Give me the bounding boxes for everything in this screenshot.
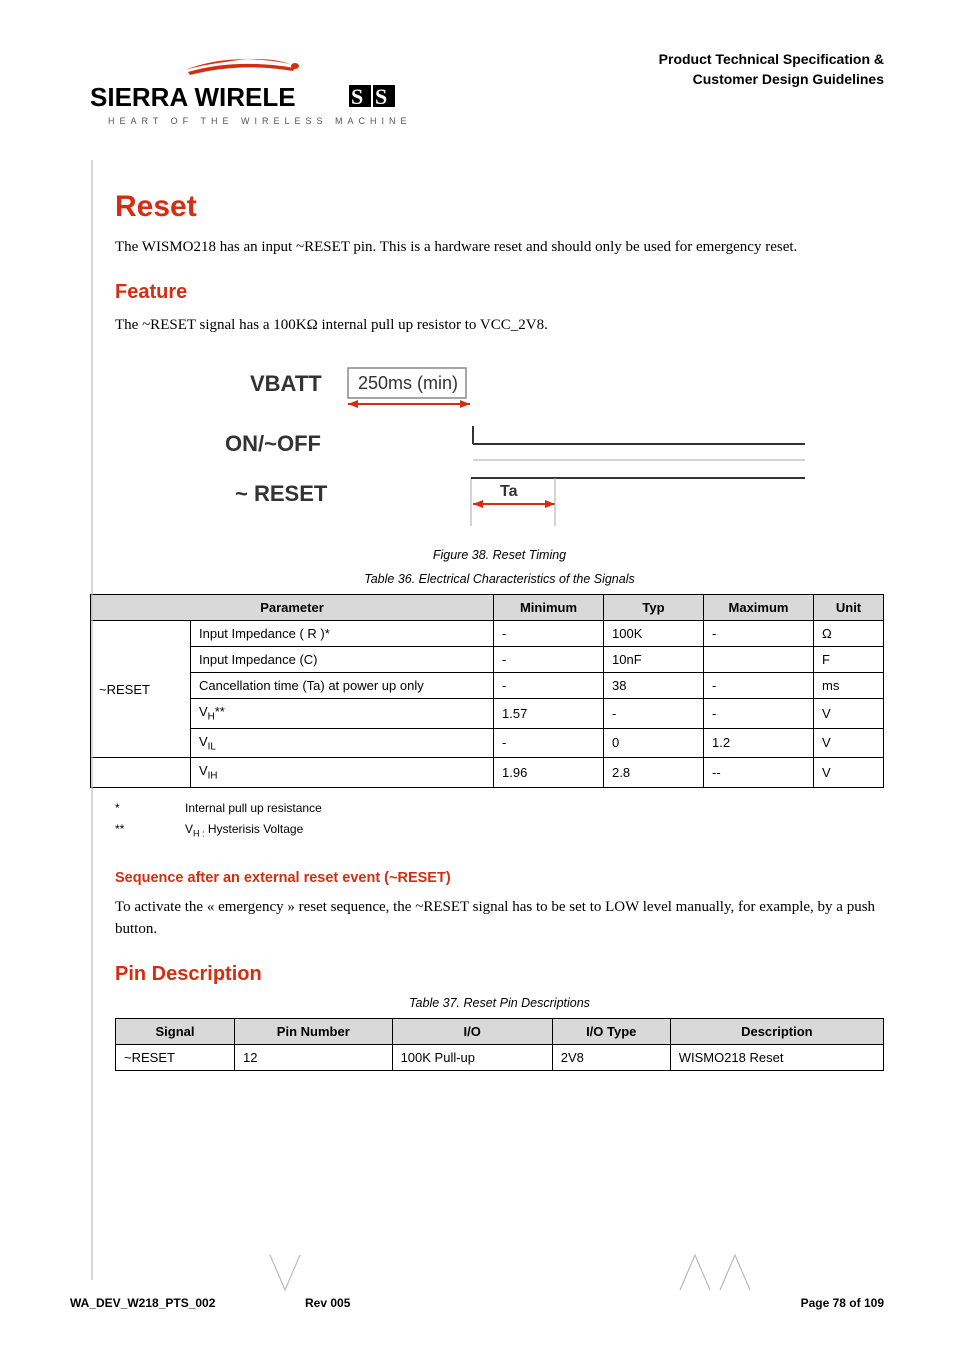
reset-intro: The WISMO218 has an input ~RESET pin. Th…	[115, 236, 884, 259]
footnote-text: VH : Hysterisis Voltage	[185, 819, 303, 842]
footnote-sym: **	[115, 819, 185, 842]
typ-cell: 38	[604, 673, 704, 699]
min-cell: -	[494, 647, 604, 673]
unit-cell: V	[814, 728, 884, 758]
signal-cell: ~RESET	[116, 1044, 235, 1070]
spec-line-1: Product Technical Specification &	[659, 50, 884, 70]
table-row: VIH 1.96 2.8 -- V	[91, 758, 884, 788]
ta-label: Ta	[500, 483, 518, 500]
table-header-row: Parameter Minimum Typ Maximum Unit	[91, 595, 884, 621]
footnotes: * Internal pull up resistance ** VH : Hy…	[115, 798, 884, 842]
max-cell: --	[704, 758, 814, 788]
min-cell: -	[494, 673, 604, 699]
max-cell: -	[704, 673, 814, 699]
iotype-cell: 2V8	[552, 1044, 670, 1070]
param-cell: Input Impedance (C)	[191, 647, 494, 673]
svg-text:S: S	[375, 84, 387, 109]
typ-cell: 0	[604, 728, 704, 758]
reset-label: ~ RESET	[235, 481, 328, 506]
svg-text:S: S	[351, 84, 363, 109]
param-cell: Cancellation time (Ta) at power up only	[191, 673, 494, 699]
col-io: I/O	[392, 1018, 552, 1044]
col-signal: Signal	[116, 1018, 235, 1044]
param-cell: VIL	[191, 728, 494, 758]
table-row: Input Impedance (C) - 10nF F	[91, 647, 884, 673]
unit-cell: Ω	[814, 621, 884, 647]
pin-descriptions-table: Signal Pin Number I/O I/O Type Descripti…	[115, 1018, 884, 1071]
typ-cell: 10nF	[604, 647, 704, 673]
table36-caption: Table 36. Electrical Characteristics of …	[115, 572, 884, 586]
col-typ: Typ	[604, 595, 704, 621]
svg-text:SIERRA WIRELE: SIERRA WIRELE	[90, 82, 296, 112]
min-time-label: 250ms (min)	[358, 373, 458, 393]
feature-intro: The ~RESET signal has a 100KΩ internal p…	[115, 314, 884, 337]
col-desc: Description	[670, 1018, 883, 1044]
reset-heading: Reset	[115, 190, 884, 224]
sequence-para: To activate the « emergency » reset sequ…	[115, 896, 884, 941]
table-row: VIL - 0 1.2 V	[91, 728, 884, 758]
onoff-label: ON/~OFF	[225, 431, 321, 456]
col-iotype: I/O Type	[552, 1018, 670, 1044]
unit-cell: F	[814, 647, 884, 673]
footnote-text: Internal pull up resistance	[185, 798, 322, 820]
sierra-logo: SIERRA WIRELE S S HEART OF THE WIRELESS …	[90, 50, 410, 140]
svg-text:HEART OF THE WIRELESS MACHINE®: HEART OF THE WIRELESS MACHINE®	[108, 116, 410, 126]
page-number: Page 78 of 109	[801, 1296, 884, 1310]
col-minimum: Minimum	[494, 595, 604, 621]
table-row: ~RESET 12 100K Pull-up 2V8 WISMO218 Rese…	[116, 1044, 884, 1070]
spec-line-2: Customer Design Guidelines	[659, 70, 884, 90]
param-cell: Input Impedance ( R )*	[191, 621, 494, 647]
io-cell: 100K Pull-up	[392, 1044, 552, 1070]
col-maximum: Maximum	[704, 595, 814, 621]
min-cell: 1.57	[494, 699, 604, 729]
pin-cell: 12	[235, 1044, 393, 1070]
unit-cell: V	[814, 699, 884, 729]
min-cell: -	[494, 728, 604, 758]
figure-caption: Figure 38. Reset Timing	[115, 548, 884, 562]
max-cell: -	[704, 621, 814, 647]
group-cell: ~RESET	[91, 621, 191, 758]
feature-heading: Feature	[115, 281, 884, 304]
table37-caption: Table 37. Reset Pin Descriptions	[115, 996, 884, 1010]
col-parameter: Parameter	[91, 595, 494, 621]
table-row: VH** 1.57 - - V	[91, 699, 884, 729]
doc-rev: Rev 005	[305, 1296, 350, 1310]
table-row: Cancellation time (Ta) at power up only …	[91, 673, 884, 699]
max-cell: 1.2	[704, 728, 814, 758]
param-cell: VH**	[191, 699, 494, 729]
page-footer: WA_DEV_W218_PTS_002 Rev 005 Page 78 of 1…	[70, 1296, 884, 1310]
sequence-heading: Sequence after an external reset event (…	[115, 870, 884, 886]
unit-cell: ms	[814, 673, 884, 699]
col-unit: Unit	[814, 595, 884, 621]
footnote-sym: *	[115, 798, 185, 820]
spec-title: Product Technical Specification & Custom…	[659, 50, 884, 89]
param-cell: VIH	[191, 758, 494, 788]
max-cell	[704, 647, 814, 673]
desc-cell: WISMO218 Reset	[670, 1044, 883, 1070]
min-cell: 1.96	[494, 758, 604, 788]
electrical-characteristics-table: Parameter Minimum Typ Maximum Unit ~RESE…	[90, 594, 884, 788]
unit-cell: V	[814, 758, 884, 788]
table-header-row: Signal Pin Number I/O I/O Type Descripti…	[116, 1018, 884, 1044]
max-cell: -	[704, 699, 814, 729]
table-row: ~RESET Input Impedance ( R )* - 100K - Ω	[91, 621, 884, 647]
pin-description-heading: Pin Description	[115, 963, 884, 986]
col-pinnum: Pin Number	[235, 1018, 393, 1044]
typ-cell: 100K	[604, 621, 704, 647]
typ-cell: -	[604, 699, 704, 729]
vbatt-label: VBATT	[250, 371, 322, 396]
doc-id: WA_DEV_W218_PTS_002	[70, 1296, 215, 1310]
min-cell: -	[494, 621, 604, 647]
typ-cell: 2.8	[604, 758, 704, 788]
reset-timing-diagram: VBATT 250ms (min) ON/~OFF ~ RESET Ta	[190, 356, 810, 536]
